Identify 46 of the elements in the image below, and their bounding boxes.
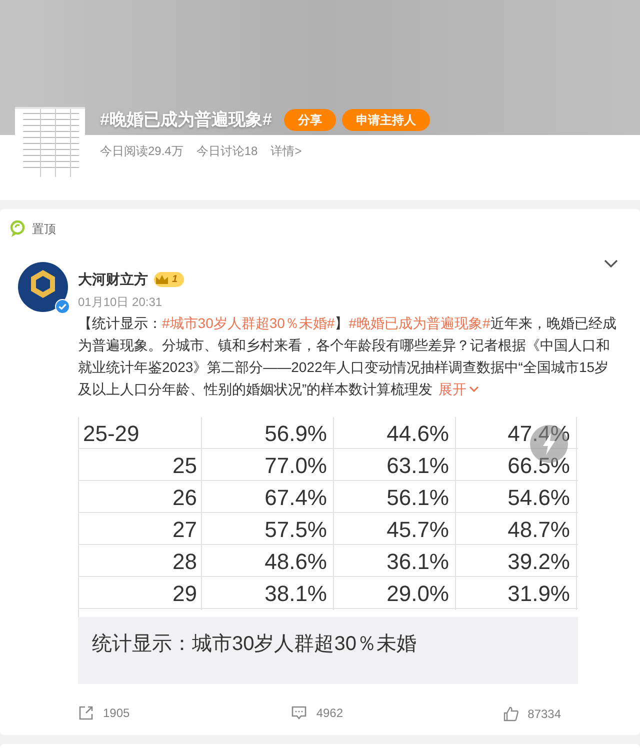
author-name[interactable]: 大河财立方 bbox=[78, 269, 148, 290]
table-cell: 67.4% bbox=[202, 481, 334, 514]
hashtag-link[interactable]: #城市30岁人群超30％未婚# bbox=[162, 315, 335, 331]
table-cell: 48.6% bbox=[202, 545, 334, 578]
pinned-label: 置顶 bbox=[32, 221, 56, 238]
table-cell: 45.7% bbox=[334, 513, 456, 546]
table-cell: 56.9% bbox=[202, 417, 334, 450]
table-cell: 77.0% bbox=[202, 449, 334, 482]
table-cell: 25-29 bbox=[79, 417, 202, 450]
table-cell: 26 bbox=[79, 481, 202, 514]
table-cell: 29 bbox=[79, 577, 202, 610]
table-cell: 27 bbox=[79, 513, 202, 546]
table-cell: 54.6% bbox=[456, 481, 577, 514]
action-count: 1905 bbox=[103, 705, 130, 722]
table-cell: 38.1% bbox=[202, 577, 334, 610]
topic-stat: 今日阅读29.4万 bbox=[100, 143, 184, 160]
thumbs-up-icon[interactable] bbox=[502, 706, 519, 722]
topic-button[interactable]: 申请主持人 bbox=[342, 108, 430, 131]
table-cell: 36.1% bbox=[334, 545, 456, 578]
post-time: 01月10日 20:31 bbox=[78, 294, 162, 311]
expand-link[interactable]: 展开 bbox=[438, 378, 479, 400]
image-caption: 统计显示：城市30岁人群超30％未婚 bbox=[78, 617, 578, 684]
hashtag-link[interactable]: #晚婚已成为普遍现象# bbox=[348, 315, 490, 331]
table-cell: 63.1% bbox=[334, 449, 456, 482]
topic-stat: 今日讨论18 bbox=[196, 143, 258, 160]
location-pin-icon bbox=[9, 220, 26, 238]
table-cell: 44.6% bbox=[334, 417, 456, 450]
comment-icon[interactable] bbox=[291, 705, 308, 721]
chevron-down-icon[interactable] bbox=[604, 259, 618, 268]
table-cell: 39.2% bbox=[456, 545, 577, 578]
crown-icon bbox=[155, 274, 169, 286]
action-count: 87334 bbox=[528, 706, 562, 723]
share-icon[interactable] bbox=[78, 705, 94, 721]
vip-level: 1 bbox=[172, 274, 178, 284]
table-cell: 48.7% bbox=[456, 513, 577, 546]
topic-title: #晚婚已成为普遍现象# bbox=[100, 109, 272, 131]
avatar-logo bbox=[18, 262, 68, 312]
table-cell: 25 bbox=[79, 449, 202, 482]
table-cell: 56.1% bbox=[334, 481, 456, 514]
action-count: 4962 bbox=[316, 705, 344, 722]
post-text: 【统计显示：#城市30岁人群超30％未婚#】#晚婚已成为普遍现象#近年来，晚婚已经成为普遍现象。分城市、镇和乡村来看，各个年龄段有哪些差异？记者根据《中国人口和就业统计年鉴2023》第二部分——2022年人口变动情况抽样调查数据中“全国城市15岁及以上人口分年龄、性别的婚姻状况”的样本数计算梳理发 展开 bbox=[78, 312, 618, 400]
table-cell: 28 bbox=[79, 545, 202, 578]
details-link[interactable]: 详情> bbox=[270, 142, 302, 160]
table-cell: 57.5% bbox=[202, 513, 334, 546]
table-cell: 29.0% bbox=[334, 577, 456, 610]
table-cell: 31.9% bbox=[456, 577, 577, 610]
